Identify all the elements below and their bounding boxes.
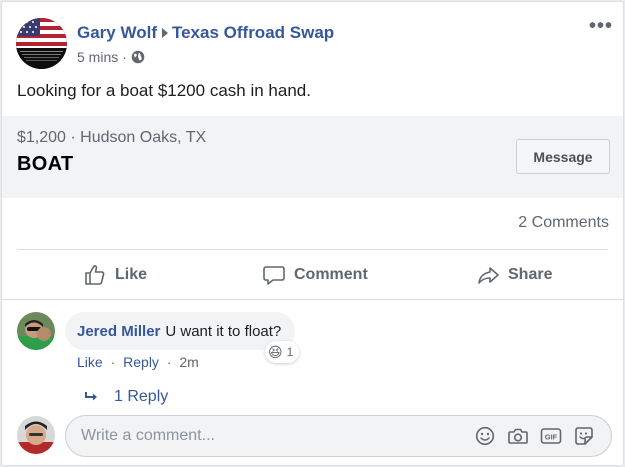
comment-text: U want it to float? — [165, 322, 282, 340]
message-button[interactable]: Message — [516, 139, 610, 174]
meta-separator: · — [122, 49, 127, 65]
post-text: Looking for a boat $1200 cash in hand. — [17, 81, 311, 100]
listing-price: $1,200 — [17, 129, 66, 146]
sticker-icon[interactable] — [573, 425, 595, 447]
camera-icon[interactable] — [507, 425, 529, 447]
comment-bubble: Jered Miller U want it to float? — [65, 312, 296, 350]
commenter-avatar[interactable] — [17, 312, 55, 350]
reply-arrow-icon — [85, 392, 97, 401]
post-timestamp[interactable]: 5 mins — [77, 49, 118, 65]
like-action-button[interactable]: Like — [83, 260, 147, 290]
listing-title: BOAT — [17, 153, 74, 175]
composer-icons: GIF — [474, 425, 611, 447]
listing-location: Hudson Oaks, TX — [80, 129, 207, 146]
listing-price-location: $1,200 · Hudson Oaks, TX — [17, 129, 206, 147]
share-action-button[interactable]: Share — [476, 260, 552, 290]
commenter-name[interactable]: Jered Miller — [77, 323, 160, 340]
reaction-count: 1 — [286, 345, 294, 359]
divider — [17, 249, 608, 250]
divider — [2, 299, 623, 300]
gif-icon[interactable]: GIF — [540, 425, 562, 447]
comment-composer: GIF — [65, 415, 612, 457]
post-card: Gary Wolf Texas Offroad Swap 5 mins · •••… — [1, 1, 624, 466]
comment-action-button[interactable]: Comment — [262, 260, 368, 290]
caret-right-icon — [161, 28, 168, 39]
svg-text:GIF: GIF — [545, 433, 558, 442]
comment-actions: Like · Reply · 2m — [77, 354, 199, 370]
comment-label: Comment — [294, 266, 368, 283]
author-name[interactable]: Gary Wolf — [77, 23, 157, 42]
listing-separator: · — [70, 129, 76, 146]
comments-count-link[interactable]: 2 Comments — [518, 214, 609, 232]
thumbs-up-icon — [85, 265, 105, 285]
more-options-button[interactable]: ••• — [589, 16, 613, 36]
view-replies-link[interactable]: 1 Reply — [84, 388, 168, 406]
post-meta: 5 mins · — [77, 49, 145, 65]
current-user-avatar[interactable] — [17, 416, 55, 454]
comment-separator: · — [166, 354, 172, 370]
reaction-badge[interactable]: 😆 1 — [265, 341, 300, 363]
replies-count: 1 Reply — [114, 388, 169, 405]
comment-input[interactable] — [66, 416, 474, 456]
group-name[interactable]: Texas Offroad Swap — [172, 23, 334, 42]
share-arrow-icon — [478, 267, 499, 284]
sale-listing[interactable]: $1,200 · Hudson Oaks, TX BOAT Message — [2, 116, 623, 198]
author-avatar[interactable] — [16, 18, 67, 69]
speech-bubble-icon — [263, 266, 285, 285]
share-label: Share — [508, 266, 553, 283]
like-label: Like — [115, 266, 148, 283]
comment-like-link[interactable]: Like — [77, 354, 103, 370]
globe-icon[interactable] — [131, 50, 145, 64]
comment-reply-link[interactable]: Reply — [123, 354, 159, 370]
comment-timestamp[interactable]: 2m — [179, 354, 198, 370]
smiley-icon[interactable] — [474, 425, 496, 447]
laughing-emoji-icon: 😆 — [268, 344, 283, 360]
comment-separator: · — [110, 354, 116, 370]
post-header: Gary Wolf Texas Offroad Swap — [77, 23, 334, 43]
